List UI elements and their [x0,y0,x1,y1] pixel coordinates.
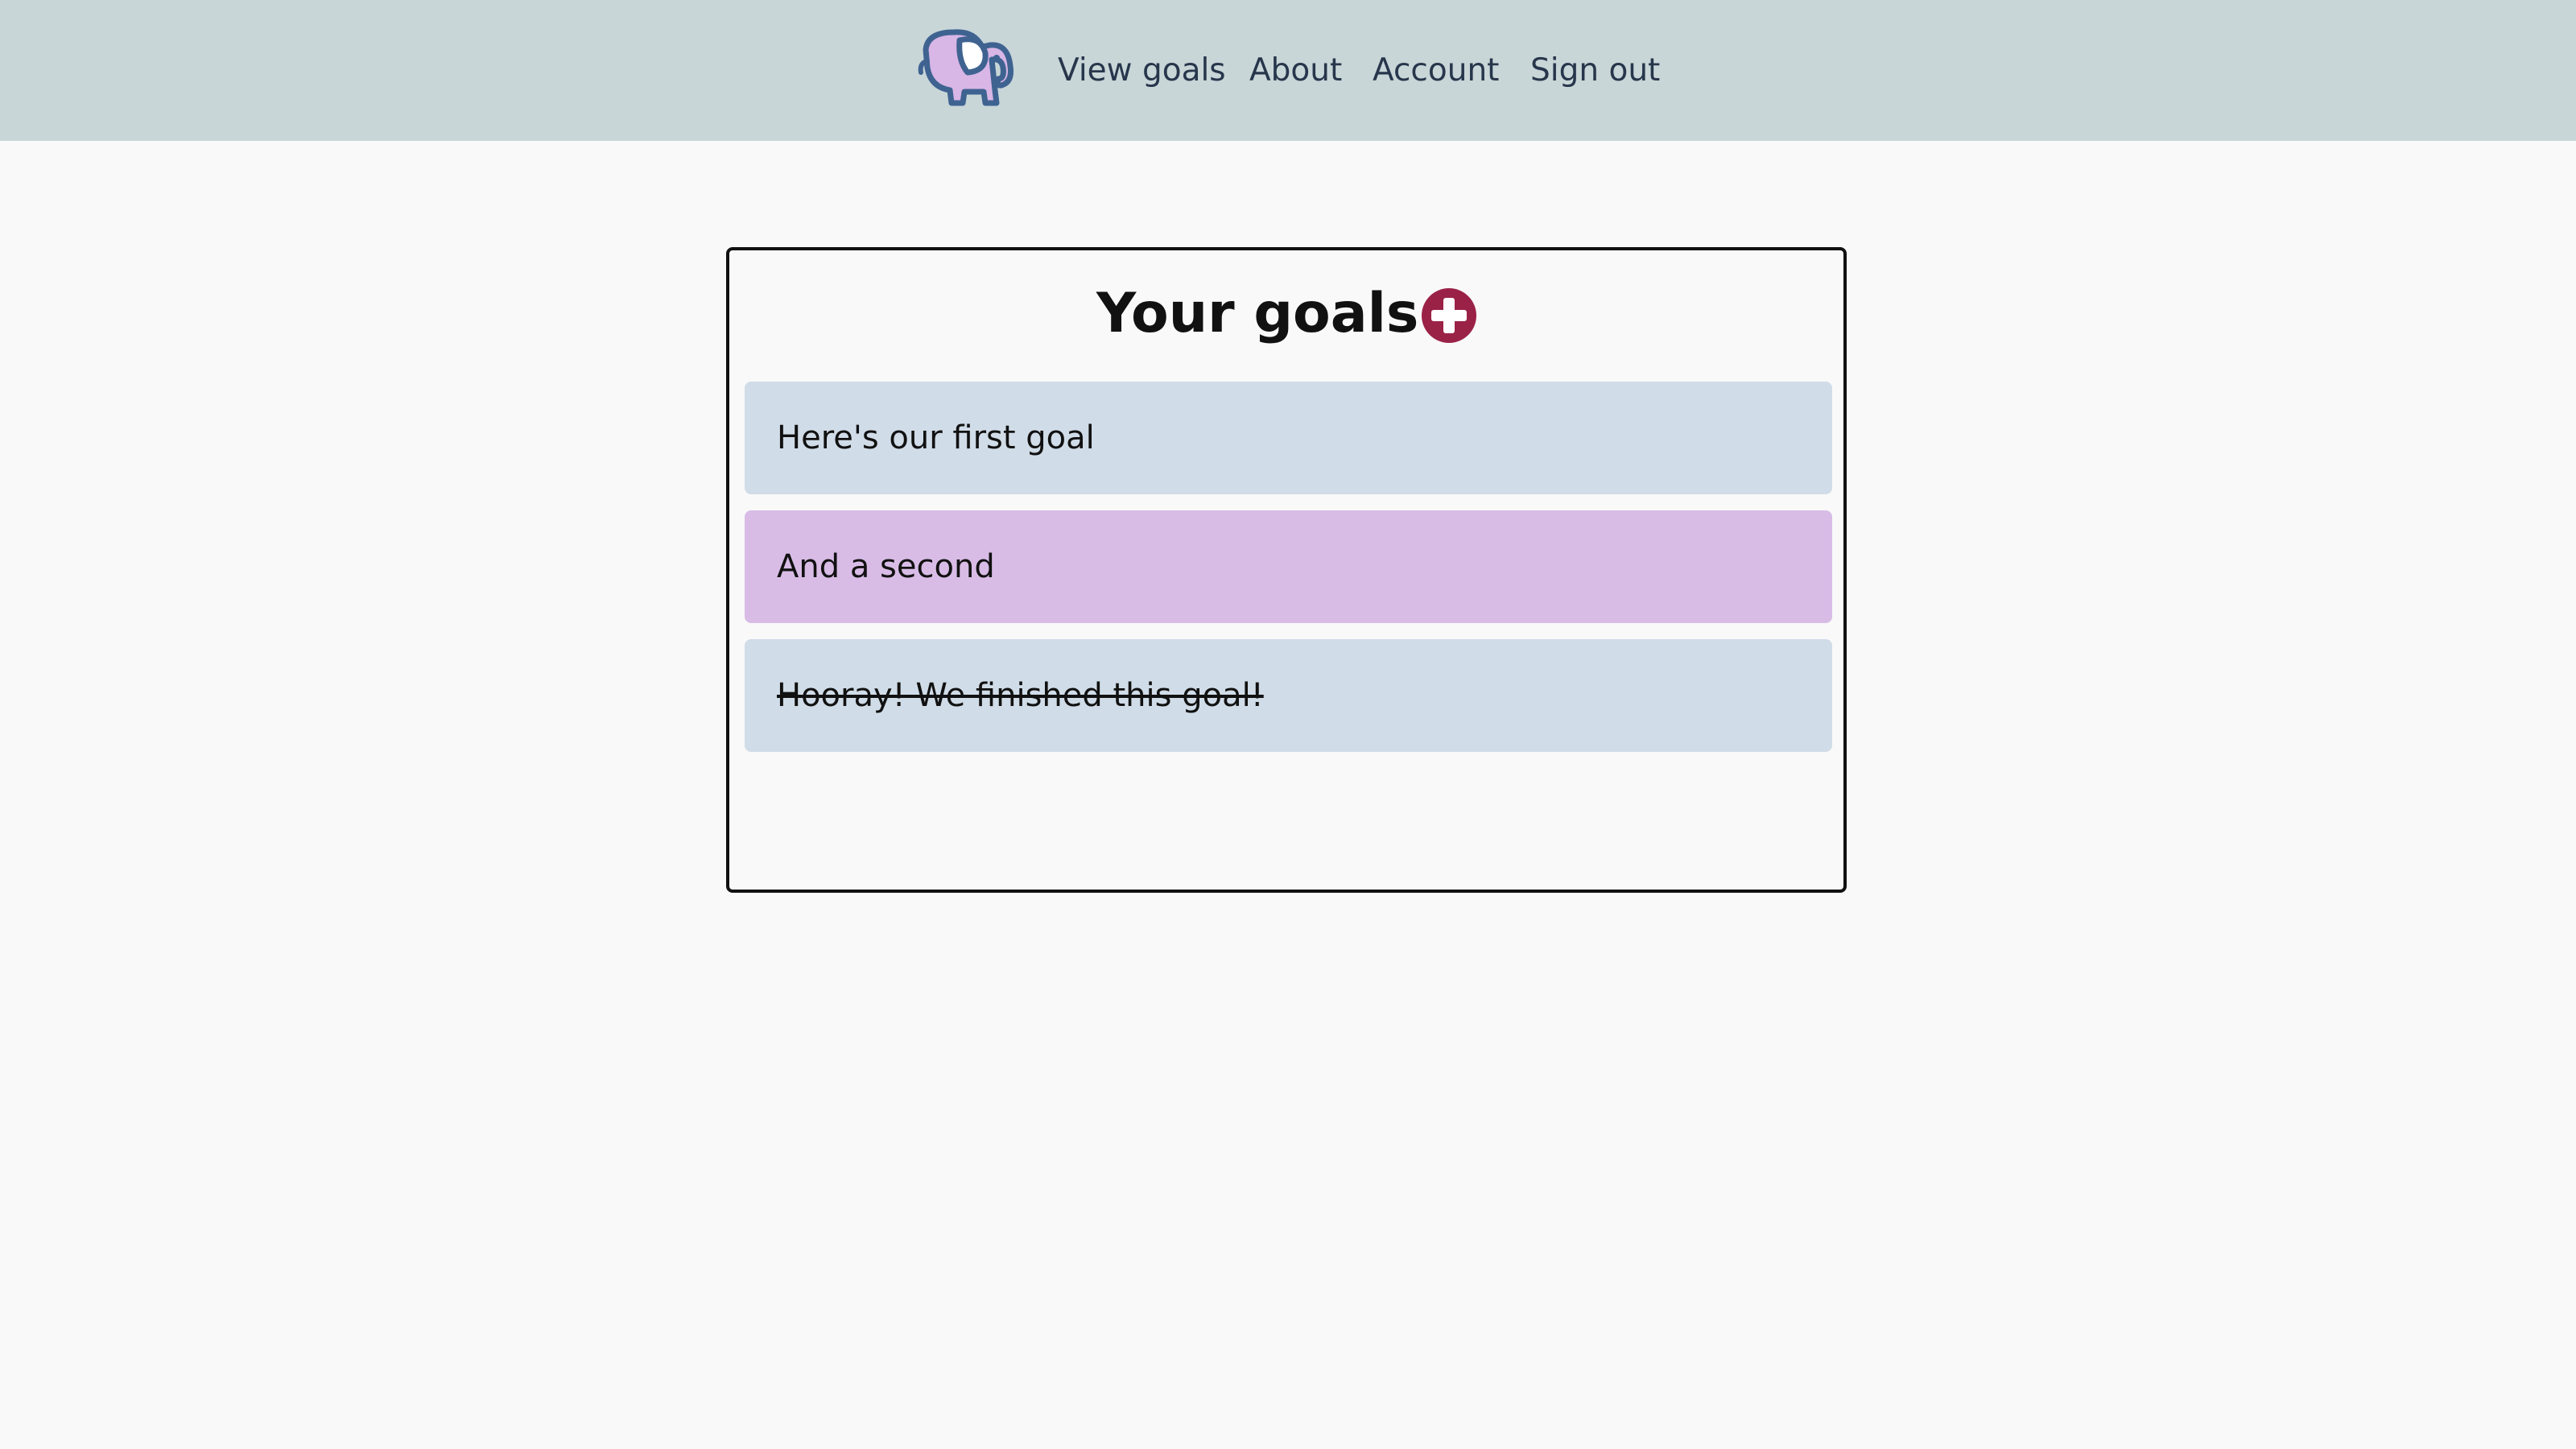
goal-text: Hooray! We finished this goal! [777,677,1264,714]
nav-link-view-goals[interactable]: View goals [1058,45,1226,97]
plus-circle-icon[interactable] [1420,287,1478,345]
nav-link-account[interactable]: Account [1373,45,1499,97]
nav-link-about[interactable]: About [1249,45,1342,97]
nav-link-sign-out[interactable]: Sign out [1530,45,1660,97]
goal-item-completed[interactable]: Hooray! We finished this goal! [745,639,1832,752]
elephant-icon[interactable] [918,26,1022,114]
goal-item[interactable]: And a second [745,510,1832,623]
top-navbar: View goals About Account Sign out [0,0,2576,141]
page-title: Your goals [1096,282,1419,345]
goal-item[interactable]: Here's our first goal [745,382,1832,494]
goal-text: Here's our first goal [777,419,1095,456]
goal-text: And a second [777,548,995,585]
